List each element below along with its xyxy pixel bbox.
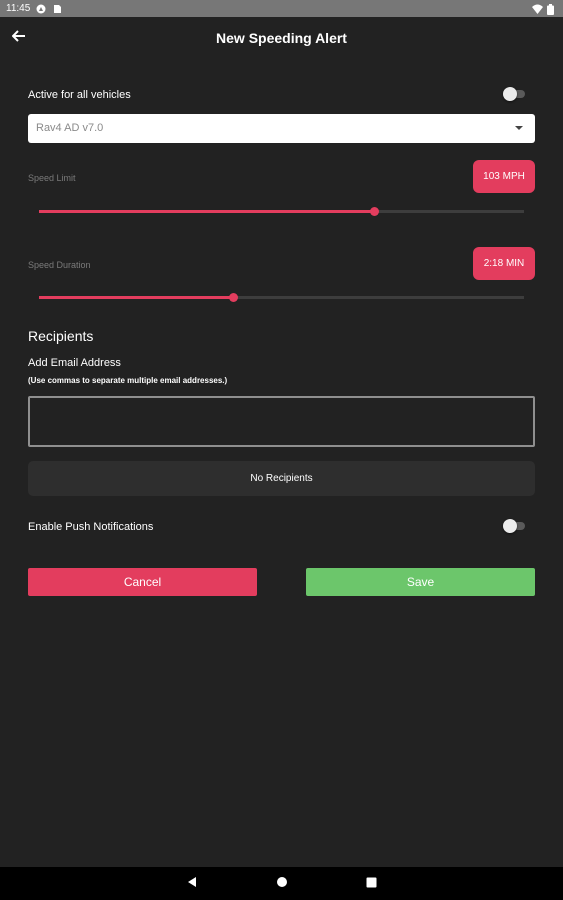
status-time: 11:45 <box>6 3 31 14</box>
cancel-button[interactable]: Cancel <box>28 568 257 596</box>
home-circle-icon <box>276 875 288 893</box>
chevron-down-icon <box>515 126 523 130</box>
vehicle-select-value: Rav4 AD v7.0 <box>36 122 104 134</box>
speed-duration-label: Speed Duration <box>28 260 91 270</box>
save-button[interactable]: Save <box>306 568 535 596</box>
active-all-label: Active for all vehicles <box>28 89 131 101</box>
sd-card-icon <box>52 4 62 14</box>
recipients-list: No Recipients <box>28 461 535 496</box>
speed-duration-slider-fill <box>39 296 233 299</box>
push-notifications-toggle[interactable] <box>503 519 527 533</box>
toggle-thumb <box>503 87 517 101</box>
nav-home-button[interactable] <box>273 875 290 892</box>
system-nav-bar <box>0 867 563 900</box>
speed-limit-label: Speed Limit <box>28 173 76 183</box>
recents-square-icon <box>366 875 377 893</box>
nav-back-button[interactable] <box>183 875 200 892</box>
maps-notification-icon <box>36 4 46 14</box>
active-all-toggle[interactable] <box>503 87 527 101</box>
battery-icon <box>547 3 557 15</box>
speed-limit-slider-thumb[interactable] <box>369 207 379 216</box>
wifi-icon <box>532 4 543 14</box>
recipients-title: Recipients <box>28 328 94 344</box>
speed-duration-slider[interactable] <box>39 293 524 302</box>
add-email-label: Add Email Address <box>28 357 121 369</box>
nav-recents-button[interactable] <box>363 875 380 892</box>
status-bar: 11:45 <box>0 0 563 17</box>
back-triangle-icon <box>186 875 198 893</box>
speed-duration-badge: 2:18 MIN <box>473 247 535 280</box>
email-hint: (Use commas to separate multiple email a… <box>28 376 228 385</box>
page-title: New Speeding Alert <box>216 30 347 46</box>
speed-limit-slider-fill <box>39 210 374 213</box>
no-recipients-text: No Recipients <box>250 473 313 484</box>
speed-duration-slider-thumb[interactable] <box>229 293 238 302</box>
app-header: New Speeding Alert <box>0 17 563 59</box>
vehicle-select[interactable]: Rav4 AD v7.0 <box>28 114 535 143</box>
toggle-thumb <box>503 519 517 533</box>
speed-limit-slider[interactable] <box>39 207 524 216</box>
email-field[interactable] <box>28 396 535 447</box>
speed-limit-badge: 103 MPH <box>473 160 535 193</box>
push-notifications-label: Enable Push Notifications <box>28 521 154 533</box>
